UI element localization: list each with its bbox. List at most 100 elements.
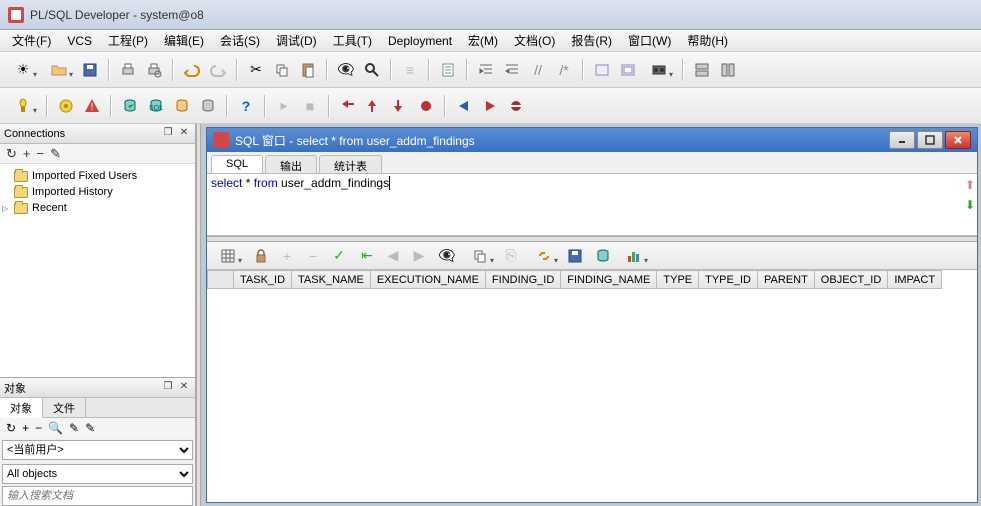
add-row-button[interactable]: + — [275, 244, 299, 268]
refresh-icon[interactable]: ↻ — [6, 146, 17, 162]
paste-button[interactable] — [296, 58, 320, 82]
db2-button[interactable] — [196, 94, 220, 118]
menu-file[interactable]: 文件(F) — [4, 30, 59, 51]
comment-button[interactable]: // — [526, 58, 550, 82]
tree-item[interactable]: Recent — [4, 200, 191, 216]
link-button[interactable] — [527, 244, 561, 268]
search-input[interactable] — [2, 486, 193, 506]
lock-button[interactable] — [249, 244, 273, 268]
column-header[interactable]: FINDING_NAME — [561, 271, 657, 289]
column-header[interactable]: OBJECT_ID — [814, 271, 888, 289]
post-button[interactable]: ✓ — [327, 244, 351, 268]
column-header[interactable]: PARENT — [757, 271, 814, 289]
next-button[interactable]: ▶ — [407, 244, 431, 268]
menu-report[interactable]: 报告(R) — [563, 30, 620, 51]
menu-macro[interactable]: 宏(M) — [460, 30, 506, 51]
print-preview-button[interactable] — [142, 58, 166, 82]
column-header[interactable]: TASK_ID — [234, 271, 292, 289]
edit-icon[interactable]: ✎ — [85, 421, 95, 435]
save-results-button[interactable] — [563, 244, 587, 268]
nav-fwd-button[interactable] — [478, 94, 502, 118]
connections-tree[interactable]: Imported Fixed Users Imported History Re… — [0, 164, 195, 377]
cut-button[interactable]: ✂ — [244, 58, 268, 82]
menu-tools[interactable]: 工具(T) — [325, 30, 380, 51]
undo-button[interactable] — [180, 58, 204, 82]
window-list-button[interactable] — [616, 58, 640, 82]
prev-button[interactable]: ◀ — [381, 244, 405, 268]
panel-close-icon[interactable]: ✕ — [177, 127, 191, 141]
export-button[interactable]: ⎘ — [499, 244, 523, 268]
find-next-button[interactable] — [360, 58, 384, 82]
menu-debug[interactable]: 调试(D) — [268, 30, 325, 51]
row-number-header[interactable] — [208, 271, 234, 289]
unindent-button[interactable] — [500, 58, 524, 82]
menu-project[interactable]: 工程(P) — [100, 30, 156, 51]
tile-v-button[interactable] — [716, 58, 740, 82]
column-header[interactable]: TYPE_ID — [699, 271, 758, 289]
redo-button[interactable] — [206, 58, 230, 82]
step-into-button[interactable] — [362, 94, 386, 118]
step-over-button[interactable] — [336, 94, 360, 118]
menu-window[interactable]: 窗口(W) — [620, 30, 679, 51]
copy-button[interactable] — [270, 58, 294, 82]
tab-output[interactable]: 输出 — [265, 155, 317, 173]
tree-item[interactable]: Imported Fixed Users — [4, 168, 191, 184]
remove-icon[interactable]: − — [37, 146, 45, 161]
bookmark-button[interactable] — [590, 58, 614, 82]
column-header[interactable]: TASK_NAME — [292, 271, 371, 289]
rename-icon[interactable]: ✎ — [50, 146, 61, 162]
break-button[interactable]: ! — [80, 94, 104, 118]
toggle-breakpoint-button[interactable] — [504, 94, 528, 118]
sql-editor[interactable]: select * from user_addm_findings ⬆ ⬇ — [207, 174, 977, 236]
tab-sql[interactable]: SQL — [211, 155, 263, 173]
column-header[interactable]: EXECUTION_NAME — [370, 271, 485, 289]
find-icon[interactable]: 🔍 — [48, 421, 63, 435]
column-header[interactable]: IMPACT — [888, 271, 942, 289]
chart-button[interactable] — [617, 244, 651, 268]
user-select[interactable]: <当前用户> — [2, 440, 193, 460]
refresh-icon[interactable]: ↻ — [6, 421, 16, 435]
macro-button[interactable] — [642, 58, 676, 82]
nav-back-button[interactable] — [452, 94, 476, 118]
minimize-button[interactable] — [889, 131, 915, 149]
menu-edit[interactable]: 编辑(E) — [156, 30, 212, 51]
menu-document[interactable]: 文档(O) — [506, 30, 563, 51]
copy-results-button[interactable] — [463, 244, 497, 268]
run-to-cursor-button[interactable] — [414, 94, 438, 118]
open-button[interactable] — [42, 58, 76, 82]
result-grid[interactable]: TASK_ID TASK_NAME EXECUTION_NAME FINDING… — [207, 270, 977, 502]
rollback-button[interactable]: SQL — [144, 94, 168, 118]
db1-button[interactable] — [170, 94, 194, 118]
step-out-button[interactable] — [388, 94, 412, 118]
new-button[interactable]: ☀ — [6, 58, 40, 82]
help-button[interactable]: ? — [234, 94, 258, 118]
filter-select[interactable]: All objects — [2, 464, 193, 484]
maximize-button[interactable] — [917, 131, 943, 149]
indent-button[interactable] — [474, 58, 498, 82]
save-button[interactable] — [78, 58, 102, 82]
logon-button[interactable] — [6, 94, 40, 118]
execute-button[interactable] — [54, 94, 78, 118]
add-icon[interactable]: + — [22, 421, 29, 435]
debug-stop-button[interactable]: ■ — [298, 94, 322, 118]
add-icon[interactable]: + — [23, 146, 31, 161]
tab-stats[interactable]: 统计表 — [319, 155, 382, 173]
column-header[interactable]: TYPE — [657, 271, 699, 289]
beautify-button[interactable]: ≡ — [398, 58, 422, 82]
print-button[interactable] — [116, 58, 140, 82]
explain-button[interactable] — [436, 58, 460, 82]
remove-icon[interactable]: − — [35, 421, 42, 435]
tab-files[interactable]: 文件 — [43, 398, 86, 417]
tree-item[interactable]: Imported History — [4, 184, 191, 200]
commit-button[interactable] — [118, 94, 142, 118]
close-button[interactable] — [945, 131, 971, 149]
tile-h-button[interactable] — [690, 58, 714, 82]
debug-run-button[interactable]: ▸ — [272, 94, 296, 118]
menu-deployment[interactable]: Deployment — [380, 32, 460, 50]
panel-restore-icon[interactable]: ❐ — [161, 381, 175, 395]
tab-objects[interactable]: 对象 — [0, 398, 43, 418]
find-button[interactable]: 👁‍🗨 — [334, 58, 358, 82]
panel-close-icon[interactable]: ✕ — [177, 381, 191, 395]
sql-window-titlebar[interactable]: SQL 窗口 - select * from user_addm_finding… — [207, 128, 977, 152]
filter-icon[interactable]: ✎ — [69, 421, 79, 435]
